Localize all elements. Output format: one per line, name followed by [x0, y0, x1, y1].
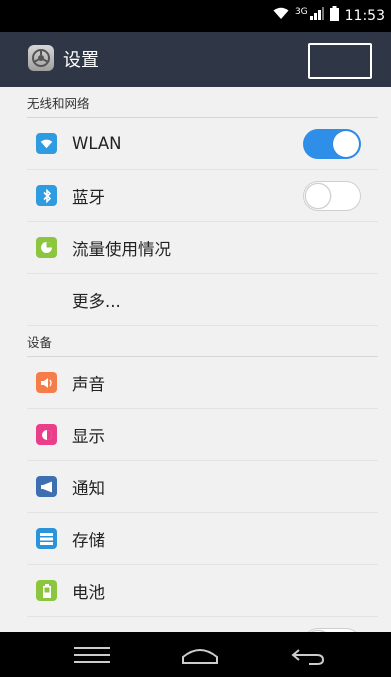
- item-label: 流量使用情况: [72, 239, 171, 259]
- status-icons: 3G 11:53: [273, 6, 385, 25]
- overflow-menu-button[interactable]: [308, 43, 372, 79]
- recents-icon[interactable]: [62, 640, 122, 670]
- item-label: 存储: [72, 530, 105, 550]
- back-icon[interactable]: [278, 640, 338, 670]
- item-label: 蓝牙: [72, 187, 105, 207]
- list-item-display[interactable]: 显示: [27, 409, 378, 461]
- status-time: 11:53: [344, 7, 385, 24]
- item-label: 更多...: [72, 291, 121, 311]
- battery-icon: [329, 6, 339, 25]
- list-item-more[interactable]: 更多...: [27, 274, 378, 326]
- settings-list[interactable]: 无线和网络 WLAN 蓝牙 流量使用情况 更多... 设备 声音 显示 通知 存…: [0, 87, 391, 632]
- navigation-bar: [0, 632, 391, 677]
- settings-screen: 3G 11:53 设置 无线和网络 WLAN 蓝牙 流量使用情况 更多... 设…: [0, 0, 391, 677]
- list-item-data-usage[interactable]: 流量使用情况: [27, 222, 378, 274]
- list-item-notifications[interactable]: 通知: [27, 461, 378, 513]
- wlan-toggle[interactable]: [303, 129, 361, 159]
- list-item-battery[interactable]: 电池: [27, 565, 378, 617]
- wifi-icon: [273, 7, 289, 24]
- list-item-sound[interactable]: 声音: [27, 357, 378, 409]
- brightness-icon: [36, 424, 57, 445]
- item-label: 显示: [72, 426, 105, 446]
- wifi-icon: [36, 133, 57, 154]
- item-label: 通知: [72, 478, 105, 498]
- toggle-knob: [333, 131, 359, 157]
- toggle-knob: [305, 183, 331, 209]
- section-header-device: 设备: [27, 326, 378, 357]
- home-icon[interactable]: [170, 640, 230, 670]
- list-item-storage[interactable]: 存储: [27, 513, 378, 565]
- page-title: 设置: [63, 50, 99, 71]
- list-item-partial[interactable]: [27, 617, 378, 632]
- item-label: WLAN: [72, 134, 122, 153]
- cell-signal-icon: [309, 7, 324, 24]
- section-header-wireless: 无线和网络: [27, 87, 378, 118]
- battery-icon: [36, 580, 57, 601]
- list-item-bluetooth[interactable]: 蓝牙: [27, 170, 378, 222]
- item-label: 电池: [72, 582, 105, 602]
- status-bar: 3G 11:53: [0, 0, 391, 32]
- data-usage-icon: [36, 237, 57, 258]
- network-type-label: 3G: [294, 6, 308, 17]
- list-item-wlan[interactable]: WLAN: [27, 118, 378, 170]
- storage-icon: [36, 528, 57, 549]
- bluetooth-toggle[interactable]: [303, 181, 361, 211]
- settings-gear-icon[interactable]: [28, 45, 54, 71]
- item-label: 声音: [72, 374, 105, 394]
- action-bar: 设置: [0, 32, 391, 87]
- bluetooth-icon: [36, 185, 57, 206]
- megaphone-icon: [36, 476, 57, 497]
- speaker-icon: [36, 372, 57, 393]
